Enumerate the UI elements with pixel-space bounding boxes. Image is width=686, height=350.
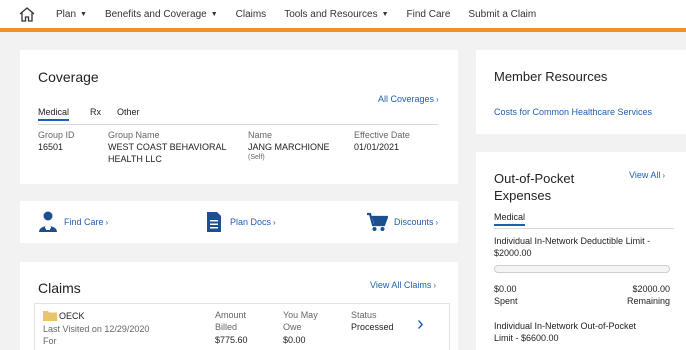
folder-icon [43,311,57,321]
you-may-owe-label-2: Owe [283,322,302,332]
oop-title-line2: Expenses [494,188,552,203]
nav-plan-label: Plan [56,8,77,20]
chevron-right-icon: › [436,95,439,104]
claims-card: Claims View All Claims › OECK Last Visite… [20,262,458,350]
spent-label: Spent [494,296,518,306]
nav-benefits[interactable]: Benefits and Coverage ▼ [105,9,218,20]
group-name-line2: HEALTH LLC [108,154,162,164]
view-all-claims-label: View All Claims [370,280,432,290]
doctor-icon [39,211,57,232]
coverage-title: Coverage [38,69,99,85]
group-id-value: 16501 [38,142,64,152]
effective-date-label: Effective Date [354,130,410,140]
tab-oop-medical[interactable]: Medical [494,212,526,226]
caret-down-icon: ▼ [381,10,389,18]
amount-billed-label-1: Amount [215,310,247,320]
document-icon [207,212,221,232]
caret-down-icon: ▼ [210,10,218,18]
nav-submit-claim-label: Submit a Claim [468,8,537,20]
plan-docs-link[interactable]: Plan Docs › [206,211,276,233]
oop-title-line1: Out-of-Pocket [494,171,575,186]
chevron-right-icon: › [435,217,439,227]
member-resources-title: Member Resources [494,69,608,84]
you-may-owe-value: $0.00 [283,335,306,345]
claims-title: Claims [38,280,81,296]
deductible-label: Individual In-Network Deductible Limit - [494,236,651,246]
status-label: Status [351,310,377,320]
chevron-right-icon: › [433,281,437,290]
member-name: JANG MARCHIONE [248,142,330,152]
remaining-label: Remaining [626,296,670,306]
nav-claims[interactable]: Claims [236,9,267,20]
costs-common-services-link[interactable]: Costs for Common Healthcare Services [494,107,652,117]
status-value: Processed [351,322,394,332]
spent-value: $0.00 [494,284,517,294]
remaining-value: $2000.00 [632,284,670,294]
member-resources-card: Member Resources Costs for Common Health… [476,50,686,134]
claim-provider: OECK [43,310,85,321]
chevron-right-icon: › [273,217,276,227]
amount-billed-value: $775.60 [215,335,248,345]
nav-benefits-label: Benefits and Coverage [104,8,207,20]
cart-icon [367,212,388,231]
coverage-card: Coverage All Coverages › Medical Rx Other… [20,50,458,184]
member-relation: (Self) [248,154,265,161]
chevron-right-icon: › [105,217,109,227]
nav-tools-label: Tools and Resources [284,8,378,20]
claim-row[interactable]: OECK Last Visited on 12/29/2020 For Amou… [34,303,450,350]
oop-tabs-divider [494,228,674,229]
nav-find-care-label: Find Care [406,8,451,20]
discounts-label: Discounts [394,217,434,227]
deductible-amount: $2000.00 [494,248,532,258]
top-nav: Plan ▼ Benefits and Coverage ▼ Claims Tool… [0,0,686,32]
out-of-pocket-card: Out-of-Pocket Expenses View All › Medical… [476,152,686,350]
claim-last-visited: Last Visited on 12/29/2020 [43,324,150,334]
quick-links-card: Find Care › Plan Docs › Discounts › [20,201,458,243]
group-name-line1: WEST COAST BEHAVIORAL [108,142,227,152]
caret-down-icon: ▼ [80,10,87,18]
tab-rx[interactable]: Rx [90,107,101,117]
find-care-label: Find Care [64,217,104,227]
claim-provider-name: OECK [59,310,85,321]
effective-date-value: 01/01/2021 [354,142,400,152]
nav-plan[interactable]: Plan ▼ [56,9,87,20]
all-coverages-label: All Coverages [378,94,435,104]
view-all-claims-link[interactable]: View All Claims › [370,280,436,290]
chevron-right-icon: › [662,171,666,180]
amount-billed-label-2: Billed [215,322,238,332]
chevron-right-icon[interactable]: › [417,314,424,334]
tabs-divider [38,124,438,125]
name-label: Name [248,130,273,140]
nav-find-care[interactable]: Find Care [407,9,451,20]
deductible-progress-bar [494,265,670,273]
oop-limit-amount: Limit - $6600.00 [494,333,559,343]
plan-docs-label: Plan Docs [230,217,272,227]
tab-medical[interactable]: Medical [38,107,70,121]
find-care-link[interactable]: Find Care › [38,211,108,233]
group-name-label: Group Name [108,130,160,140]
discounts-link[interactable]: Discounts › [366,212,438,232]
all-coverages-link[interactable]: All Coverages › [378,94,439,104]
tab-other[interactable]: Other [117,107,140,117]
you-may-owe-label-1: You May [283,310,318,320]
nav-tools[interactable]: Tools and Resources ▼ [284,9,388,20]
oop-limit-label: Individual In-Network Out-of-Pocket [494,321,637,331]
nav-submit-claim[interactable]: Submit a Claim [468,9,536,20]
home-icon[interactable] [16,4,38,24]
nav-claims-label: Claims [235,8,267,20]
claim-for-label: For [43,336,57,346]
group-id-label: Group ID [38,130,75,140]
view-all-oop-label: View All [629,170,661,180]
view-all-oop-link[interactable]: View All › [629,170,665,180]
